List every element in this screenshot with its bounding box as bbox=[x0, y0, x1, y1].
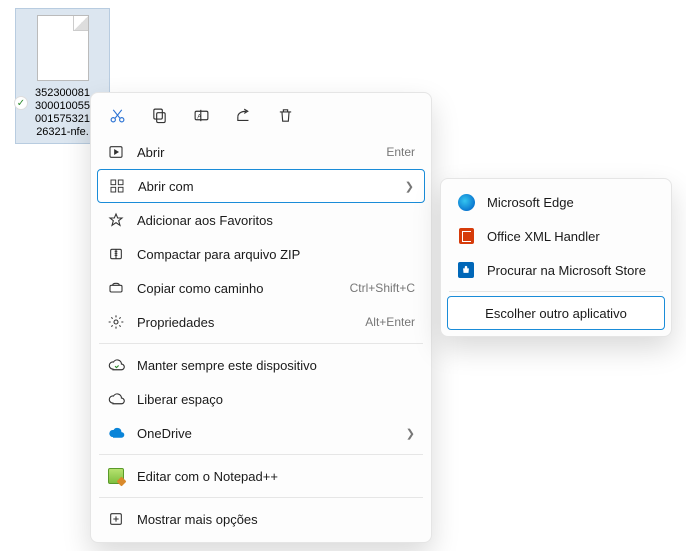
menu-accel: Alt+Enter bbox=[365, 315, 415, 329]
chevron-right-icon: ❯ bbox=[405, 180, 414, 193]
onedrive-icon bbox=[107, 424, 125, 442]
zip-icon bbox=[107, 245, 125, 263]
menu-item-show-more[interactable]: Mostrar mais opções bbox=[97, 502, 425, 536]
sync-ok-badge: ✓ bbox=[14, 96, 28, 110]
store-icon bbox=[457, 261, 475, 279]
menu-label: Adicionar aos Favoritos bbox=[137, 213, 415, 228]
menu-separator bbox=[99, 497, 423, 498]
menu-label: Abrir bbox=[137, 145, 374, 160]
office-icon bbox=[457, 227, 475, 245]
menu-item-open[interactable]: Abrir Enter bbox=[97, 135, 425, 169]
menu-item-open-with[interactable]: Abrir com ❯ bbox=[97, 169, 425, 203]
menu-separator bbox=[449, 291, 663, 292]
menu-label: Copiar como caminho bbox=[137, 281, 338, 296]
properties-icon bbox=[107, 313, 125, 331]
submenu-label: Escolher outro aplicativo bbox=[485, 306, 627, 321]
file-name-part: 26321-nfe. bbox=[36, 126, 89, 138]
submenu-item-edge[interactable]: Microsoft Edge bbox=[447, 185, 665, 219]
cloud-sync-icon bbox=[107, 356, 125, 374]
submenu-label: Microsoft Edge bbox=[487, 195, 655, 210]
star-icon bbox=[107, 211, 125, 229]
menu-label: Abrir com bbox=[138, 179, 393, 194]
menu-item-favorites[interactable]: Adicionar aos Favoritos bbox=[97, 203, 425, 237]
menu-label: Compactar para arquivo ZIP bbox=[137, 247, 415, 262]
open-with-submenu: Microsoft Edge Office XML Handler Procur… bbox=[440, 178, 672, 337]
submenu-label: Office XML Handler bbox=[487, 229, 655, 244]
delete-icon[interactable] bbox=[275, 105, 295, 125]
context-menu: A Abrir Enter Abrir com ❯ Adicionar aos … bbox=[90, 92, 432, 543]
menu-label: Propriedades bbox=[137, 315, 353, 330]
menu-separator bbox=[99, 343, 423, 344]
menu-label: Mostrar mais opções bbox=[137, 512, 415, 527]
submenu-label: Procurar na Microsoft Store bbox=[487, 263, 655, 278]
menu-item-free-space[interactable]: Liberar espaço bbox=[97, 382, 425, 416]
menu-accel: Ctrl+Shift+C bbox=[350, 281, 415, 295]
open-icon bbox=[107, 143, 125, 161]
cloud-icon bbox=[107, 390, 125, 408]
show-more-icon bbox=[107, 510, 125, 528]
share-icon[interactable] bbox=[233, 105, 253, 125]
menu-separator bbox=[99, 454, 423, 455]
file-name-part: 352300081 bbox=[35, 87, 90, 99]
menu-item-zip[interactable]: Compactar para arquivo ZIP bbox=[97, 237, 425, 271]
submenu-item-ms-store[interactable]: Procurar na Microsoft Store bbox=[447, 253, 665, 287]
menu-accel: Enter bbox=[386, 145, 415, 159]
menu-label: Editar com o Notepad++ bbox=[137, 469, 415, 484]
submenu-item-choose-other[interactable]: Escolher outro aplicativo bbox=[447, 296, 665, 330]
menu-item-properties[interactable]: Propriedades Alt+Enter bbox=[97, 305, 425, 339]
submenu-item-office-xml[interactable]: Office XML Handler bbox=[447, 219, 665, 253]
notepadpp-icon bbox=[107, 467, 125, 485]
copy-path-icon bbox=[107, 279, 125, 297]
edge-icon bbox=[457, 193, 475, 211]
file-name-part: 300010055 bbox=[35, 100, 90, 112]
file-icon bbox=[37, 15, 89, 81]
rename-icon[interactable]: A bbox=[191, 105, 211, 125]
cut-icon[interactable] bbox=[107, 105, 127, 125]
menu-label: Manter sempre este dispositivo bbox=[137, 358, 415, 373]
copy-icon[interactable] bbox=[149, 105, 169, 125]
menu-label: OneDrive bbox=[137, 426, 394, 441]
menu-item-notepadpp[interactable]: Editar com o Notepad++ bbox=[97, 459, 425, 493]
menu-item-copy-path[interactable]: Copiar como caminho Ctrl+Shift+C bbox=[97, 271, 425, 305]
open-with-icon bbox=[108, 177, 126, 195]
chevron-right-icon: ❯ bbox=[406, 427, 415, 440]
context-toolbar: A bbox=[97, 99, 425, 135]
menu-label: Liberar espaço bbox=[137, 392, 415, 407]
file-name-part: 001575321 bbox=[35, 113, 90, 125]
menu-item-onedrive[interactable]: OneDrive ❯ bbox=[97, 416, 425, 450]
menu-item-keep-device[interactable]: Manter sempre este dispositivo bbox=[97, 348, 425, 382]
